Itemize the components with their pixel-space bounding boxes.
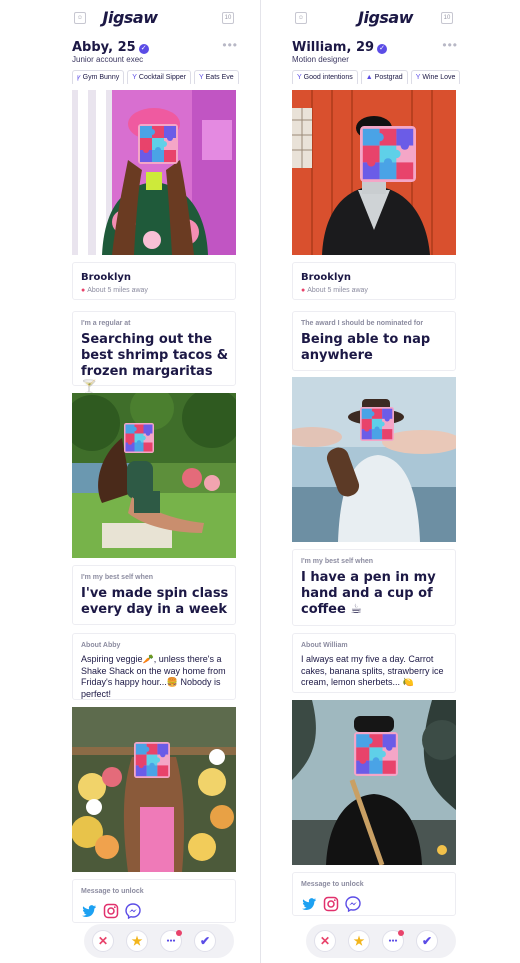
social-links: [81, 902, 147, 920]
cocktail-icon: Y: [132, 74, 137, 81]
twitter-icon[interactable]: [301, 896, 317, 912]
prompt-label: I'm my best self when: [81, 574, 154, 581]
more-options-icon[interactable]: •••: [442, 38, 458, 52]
about-text: I always eat my five a day. Carrot cakes…: [301, 654, 444, 687]
star-icon[interactable]: ★: [348, 930, 370, 952]
close-icon[interactable]: ✕: [92, 930, 114, 952]
profile-photo[interactable]: [292, 377, 456, 542]
profile-screen-left: ☺ Jigsaw 10 Abby, 25 ✓ ••• Junior account…: [0, 0, 260, 963]
prompt-label: The award I should be nominated for: [301, 320, 424, 327]
check-icon[interactable]: ✔: [416, 930, 438, 952]
social-links: [301, 895, 367, 913]
more-options-icon[interactable]: •••: [222, 38, 238, 52]
app-logo: Jigsaw: [358, 8, 414, 27]
unlock-label: Message to unlock: [81, 888, 144, 895]
star-icon[interactable]: ★: [126, 930, 148, 952]
prompt-card[interactable]: I'm my best self when I have a pen in my…: [292, 549, 456, 626]
app-logo: Jigsaw: [102, 8, 159, 27]
about-label: About Abby: [81, 642, 121, 649]
twitter-icon[interactable]: [81, 903, 97, 919]
interest-chip: Y Eats Eve: [193, 70, 239, 84]
verified-icon: ✓: [138, 44, 149, 54]
about-card: About William I always eat my five a day…: [292, 633, 456, 693]
chat-icon[interactable]: 10: [441, 12, 453, 24]
prompt-label: I'm my best self when: [301, 558, 374, 565]
verified-icon: ✓: [377, 44, 388, 54]
location-distance: ● About 5 miles away: [81, 287, 148, 294]
unlock-card: Message to unlock: [72, 879, 236, 923]
profile-name: Abby, 25: [72, 40, 136, 55]
prompt-card[interactable]: I'm my best self when I've made spin cla…: [72, 565, 236, 625]
prompt-card[interactable]: I'm a regular at Searching out the best …: [72, 311, 236, 395]
messenger-icon[interactable]: [125, 903, 141, 919]
prompt-answer: Searching out the best shrimp tacos & fr…: [81, 332, 229, 395]
prompt-answer: I have a pen in my hand and a cup of cof…: [301, 570, 436, 617]
profile-photo[interactable]: [292, 700, 456, 865]
glass-icon: Y: [415, 74, 421, 81]
action-bar: ✕ ★ ●●● ✔: [84, 924, 234, 958]
glass-icon: Y: [297, 74, 302, 81]
prompt-answer: I've made spin class every day in a week: [81, 586, 229, 617]
prompt-answer: Being able to nap anywhere: [301, 332, 431, 363]
unlock-label: Message to unlock: [301, 881, 364, 888]
notification-badge: [176, 930, 182, 936]
message-icon[interactable]: ●●●: [160, 930, 182, 952]
location-card: Brooklyn ● About 5 miles away: [72, 262, 236, 300]
instagram-icon[interactable]: [323, 896, 339, 912]
interest-chips: Y Good intentions ▲ Postgrad Y Wine Love: [292, 66, 462, 84]
prompt-label: I'm a regular at: [81, 320, 131, 327]
interest-chip: Y Wine Love: [410, 70, 461, 84]
prompt-card[interactable]: The award I should be nominated for Bein…: [292, 311, 456, 371]
about-label: About William: [301, 642, 348, 649]
interest-chip: Y Cocktail Sipper: [127, 70, 191, 84]
profile-job: Junior account exec: [72, 55, 144, 64]
profile-header: William, 29 ✓ •••: [292, 38, 462, 55]
instagram-icon[interactable]: [103, 903, 119, 919]
location-city: Brooklyn: [81, 272, 132, 283]
profile-screen-right: ☺ Jigsaw 10 William, 29 ✓ ••• Motion desi…: [260, 0, 520, 963]
location-distance: ● About 5 miles away: [301, 287, 368, 294]
top-bar: ☺ Jigsaw 10: [261, 0, 520, 36]
profile-header: Abby, 25 ✓ •••: [72, 38, 242, 55]
interest-chip: ꝩ Gym Bunny: [72, 70, 125, 84]
action-bar: ✕ ★ ●●● ✔: [306, 924, 456, 958]
check-icon[interactable]: ✔: [194, 930, 216, 952]
interest-chips: ꝩ Gym Bunny Y Cocktail Sipper Y Eats Eve: [72, 66, 242, 84]
location-card: Brooklyn ● About 5 miles away: [292, 262, 456, 300]
glass-icon: ꝩ: [77, 74, 81, 81]
about-text: Aspiring veggie🥕, unless there's a Shake…: [81, 654, 226, 699]
profile-job: Motion designer: [292, 55, 349, 64]
messenger-icon[interactable]: [345, 896, 361, 912]
unlock-card: Message to unlock: [292, 872, 456, 916]
about-card: About Abby Aspiring veggie🥕, unless ther…: [72, 633, 236, 700]
profile-photo[interactable]: [72, 393, 236, 558]
profile-photo[interactable]: [72, 707, 236, 872]
interest-chip: ▲ Postgrad: [360, 70, 408, 84]
profile-name: William, 29: [292, 40, 375, 55]
notification-badge: [398, 930, 404, 936]
chat-icon[interactable]: 10: [222, 12, 234, 24]
pin-icon: ●: [301, 287, 306, 294]
profile-photo[interactable]: [292, 90, 456, 255]
close-icon[interactable]: ✕: [314, 930, 336, 952]
message-icon[interactable]: ●●●: [382, 930, 404, 952]
interest-chip: Y Good intentions: [292, 70, 358, 84]
location-city: Brooklyn: [301, 272, 352, 283]
profile-photo[interactable]: [72, 90, 236, 255]
top-bar: ☺ Jigsaw 10: [0, 0, 260, 36]
graduation-cap-icon: ▲: [365, 74, 373, 81]
glass-icon: Y: [198, 74, 204, 81]
pin-icon: ●: [81, 287, 86, 294]
